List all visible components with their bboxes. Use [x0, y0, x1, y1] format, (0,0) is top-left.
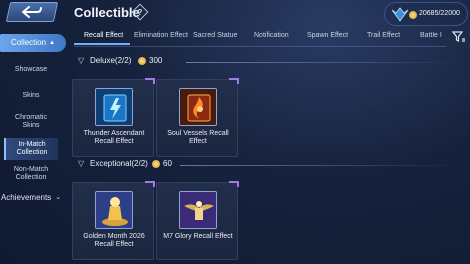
- sidebar-item-chromatic-skins[interactable]: Chromatic Skins: [4, 114, 58, 130]
- card-corner-decoration: [229, 181, 239, 187]
- chevron-down-icon: ⌄: [55, 194, 62, 201]
- back-button[interactable]: [5, 2, 59, 22]
- tab-spawn-effect[interactable]: Spawn Effect: [307, 32, 348, 39]
- item-label: Thunder Ascendant Recall Effect: [83, 130, 145, 145]
- section-divider: [186, 62, 466, 63]
- coin-icon: [409, 11, 417, 19]
- chevron-down-icon: ▽: [78, 56, 85, 65]
- section-points: 60: [163, 159, 172, 168]
- page-title: Collectible: [74, 5, 140, 20]
- tab-notification[interactable]: Notification: [254, 32, 289, 39]
- item-thumbnail: [179, 191, 217, 229]
- tab-elimination-effect[interactable]: Elimination Effect: [134, 32, 188, 39]
- section-title: Exceptional(2/2): [90, 159, 148, 168]
- card-corner-decoration: [229, 78, 239, 84]
- sidebar-item-non-match-collection[interactable]: Non-Match Collection: [4, 166, 58, 182]
- top-bar: Collectible ? 20685/22000: [0, 0, 470, 28]
- back-arrow-icon: [22, 6, 42, 18]
- sidebar-item-achievements[interactable]: Achievements ⌄: [0, 194, 62, 202]
- filter-icon: [451, 31, 465, 42]
- sidebar-item-in-match-collection[interactable]: In-Match Collection: [4, 138, 58, 160]
- sidebar-item-skins[interactable]: Skins: [4, 92, 58, 100]
- card-corner-decoration: [145, 181, 155, 187]
- collection-card[interactable]: M7 Glory Recall Effect: [156, 181, 239, 260]
- item-label: M7 Glory Recall Effect: [163, 233, 233, 240]
- thunder-ascendant-icon: [96, 89, 132, 125]
- soul-vessels-icon: [180, 89, 216, 125]
- section-header-deluxe[interactable]: ▽ Deluxe(2/2) 300: [76, 55, 466, 67]
- collector-emblem-icon: [391, 7, 409, 22]
- tab-recall-effect[interactable]: Recall Effect: [84, 32, 123, 39]
- item-thumbnail: [95, 191, 133, 229]
- item-thumbnail: [179, 88, 217, 126]
- item-thumbnail: [95, 88, 133, 126]
- collection-card[interactable]: Soul Vessels Recall Effect: [156, 78, 239, 157]
- sidebar: Collection ▲ Showcase Skins Chromatic Sk…: [0, 30, 66, 264]
- section-points: 300: [149, 56, 163, 65]
- tab-sacred-statue[interactable]: Sacred Statue: [193, 32, 237, 39]
- section-title: Deluxe(2/2): [90, 56, 132, 65]
- tab-battle[interactable]: Battle I: [420, 32, 444, 39]
- tab-bar: Recall Effect Elimination Effect Sacred …: [74, 30, 470, 45]
- item-label: Soul Vessels Recall Effect: [167, 130, 229, 145]
- currency-amount: 20685/22000: [419, 10, 460, 17]
- collection-card[interactable]: Golden Month 2026 Recall Effect: [72, 181, 155, 260]
- currency-display[interactable]: 20685/22000: [384, 2, 468, 26]
- active-tab-indicator: [74, 43, 130, 45]
- card-corner-decoration: [145, 78, 155, 84]
- golden-month-icon: [96, 192, 132, 228]
- chevron-up-icon: ▲: [49, 40, 56, 46]
- m7-glory-icon: [180, 192, 216, 228]
- coin-icon: [138, 57, 146, 65]
- sidebar-item-collection[interactable]: Collection ▲: [0, 34, 66, 52]
- tab-trail-effect[interactable]: Trail Effect: [367, 32, 400, 39]
- sidebar-item-showcase[interactable]: Showcase: [4, 66, 58, 74]
- chevron-down-icon: ▽: [78, 159, 85, 168]
- item-label: Golden Month 2026 Recall Effect: [83, 233, 145, 248]
- filter-button[interactable]: [451, 30, 466, 42]
- coin-icon: [152, 160, 160, 168]
- section-divider: [180, 165, 460, 166]
- collection-card[interactable]: Thunder Ascendant Recall Effect: [72, 78, 155, 157]
- tab-divider: [74, 46, 446, 47]
- section-header-exceptional[interactable]: ▽ Exceptional(2/2) 60: [76, 158, 466, 170]
